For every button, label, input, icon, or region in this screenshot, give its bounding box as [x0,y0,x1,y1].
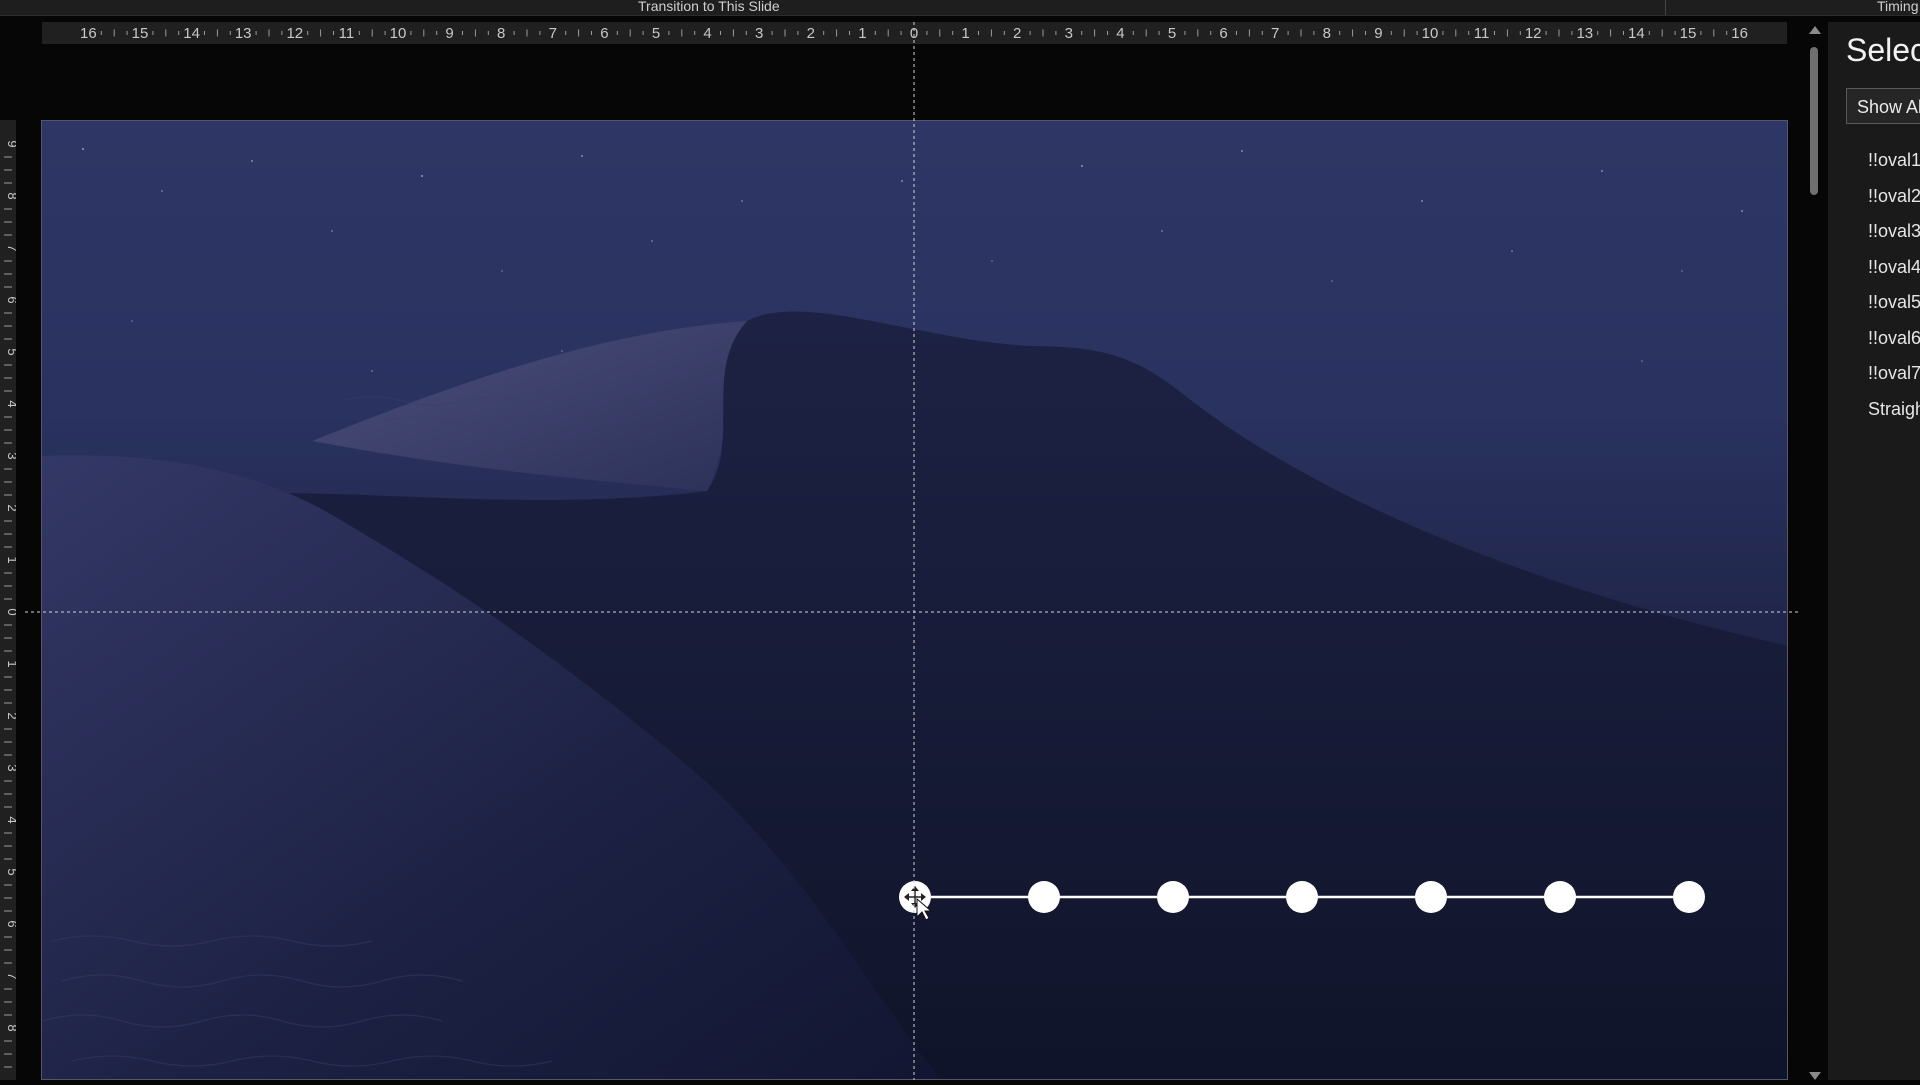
selection-pane: Selection Show All !!oval1 !!oval2 !!ova… [1828,22,1920,1080]
ruler-tick-label: 3 [5,764,16,771]
triangle-down-icon[interactable] [1809,1072,1821,1080]
selection-item-connector[interactable]: Straight Connector [1868,399,1920,435]
ruler-tick-label: 1 [5,556,16,563]
ruler-tick-label: 4 [1116,25,1124,42]
ruler-tick-label: 8 [5,192,16,199]
ruler-tick-label: 8 [497,25,505,42]
ruler-tick-label: 3 [5,452,16,459]
selection-item-oval6[interactable]: !!oval6 [1868,328,1920,364]
ruler-tick-label: 7 [5,972,16,979]
ruler-tick-label: 1 [858,25,866,42]
ruler-tick-label: 15 [132,25,149,42]
vertical-scrollbar[interactable] [1806,22,1822,1080]
ruler-tick-label: 2 [5,504,16,511]
ruler-tick-label: 7 [549,25,557,42]
ruler-tick-label: 0 [5,608,16,615]
ruler-tick-label: 16 [80,25,97,42]
vertical-ruler[interactable]: 9 8 7 6 5 4 3 2 1 0 1 2 3 4 5 6 7 8 [0,120,20,1080]
ruler-tick-label: 1 [5,660,16,667]
ruler-tick-label: 9 [5,140,16,147]
ruler-tick-label: 12 [286,25,303,42]
ruler-tick-label: 5 [652,25,660,42]
ruler-tick-label: 11 [339,25,355,42]
ruler-tick-label: 8 [1323,25,1331,42]
selection-list: !!oval1 !!oval2 !!oval3 !!oval4 !!oval5 … [1868,150,1920,434]
show-all-button[interactable]: Show All [1846,88,1920,124]
ruler-tick-label: 11 [1474,25,1490,42]
timing-tab-label[interactable]: Timing [1877,0,1919,14]
ruler-tick-label: 10 [390,25,407,42]
ruler-tick-label: 6 [5,920,16,927]
ruler-tick-label: 6 [5,296,16,303]
top-ribbon-bar: Transition to This Slide Timing [0,0,1920,16]
ruler-tick-label: 2 [807,25,815,42]
ruler-tick-label: 2 [1013,25,1021,42]
selection-item-oval3[interactable]: !!oval3 [1868,221,1920,257]
ruler-tick-label: 5 [1168,25,1176,42]
selection-item-oval2[interactable]: !!oval2 [1868,186,1920,222]
ruler-tick-label: 8 [5,1024,16,1031]
selection-item-oval7[interactable]: !!oval7 [1868,363,1920,399]
ruler-tick-label: 3 [755,25,763,42]
ruler-tick-label: 6 [600,25,608,42]
ruler-tick-label: 9 [1374,25,1382,42]
ruler-tick-label: 14 [183,25,200,42]
transition-tab-label[interactable]: Transition to This Slide [638,0,780,14]
ruler-tick-label: 7 [5,244,16,251]
ruler-tick-label: 5 [5,348,16,355]
ovals-layer [899,881,1705,921]
oval-2[interactable] [1028,881,1060,913]
horizontal-ruler-graphic: 16 15 14 13 12 11 10 9 8 7 6 5 4 3 2 1 0 1 2 3 4 5 6 7 8 9 10 11 12 1… [80,25,1748,42]
selection-item-oval5[interactable]: !!oval5 [1868,292,1920,328]
ruler-tick-label: 4 [5,816,16,823]
oval-3[interactable] [1157,881,1189,913]
ruler-tick-label: 12 [1525,25,1542,42]
ruler-tick-label: 1 [961,25,969,42]
oval-4[interactable] [1286,881,1318,913]
selection-item-oval1[interactable]: !!oval1 [1868,150,1920,186]
selection-item-oval4[interactable]: !!oval4 [1868,257,1920,293]
ruler-tick-label: 0 [910,25,918,42]
ribbon-separator [1665,0,1666,15]
ruler-tick-label: 7 [1271,25,1279,42]
triangle-up-icon[interactable] [1809,26,1821,34]
oval-6[interactable] [1544,881,1576,913]
ruler-tick-label: 2 [5,712,16,719]
ruler-tick-label: 13 [235,25,252,42]
oval-7[interactable] [1673,881,1705,913]
ruler-tick-label: 15 [1680,25,1697,42]
ruler-tick-label: 9 [445,25,453,42]
oval-5[interactable] [1415,881,1447,913]
ruler-tick-label: 3 [1065,25,1073,42]
slide-canvas[interactable] [41,120,1788,1080]
ruler-tick-label: 6 [1219,25,1227,42]
ruler-tick-label: 4 [703,25,711,42]
ruler-tick-label: 10 [1422,25,1439,42]
ruler-tick-label: 14 [1628,25,1645,42]
ruler-tick-label: 13 [1576,25,1593,42]
horizontal-ruler[interactable]: 16 15 14 13 12 11 10 9 8 7 6 5 4 3 2 1 0 1 2 3 4 5 6 7 8 9 10 11 12 1… [42,22,1787,44]
scroll-thumb[interactable] [1810,47,1818,195]
vertical-ruler-graphic: 9 8 7 6 5 4 3 2 1 0 1 2 3 4 5 6 7 8 [4,140,20,1068]
ruler-tick-label: 16 [1731,25,1748,42]
ruler-tick-label: 5 [5,868,16,875]
selection-pane-title: Selection [1846,32,1920,68]
ruler-tick-label: 4 [5,400,16,407]
